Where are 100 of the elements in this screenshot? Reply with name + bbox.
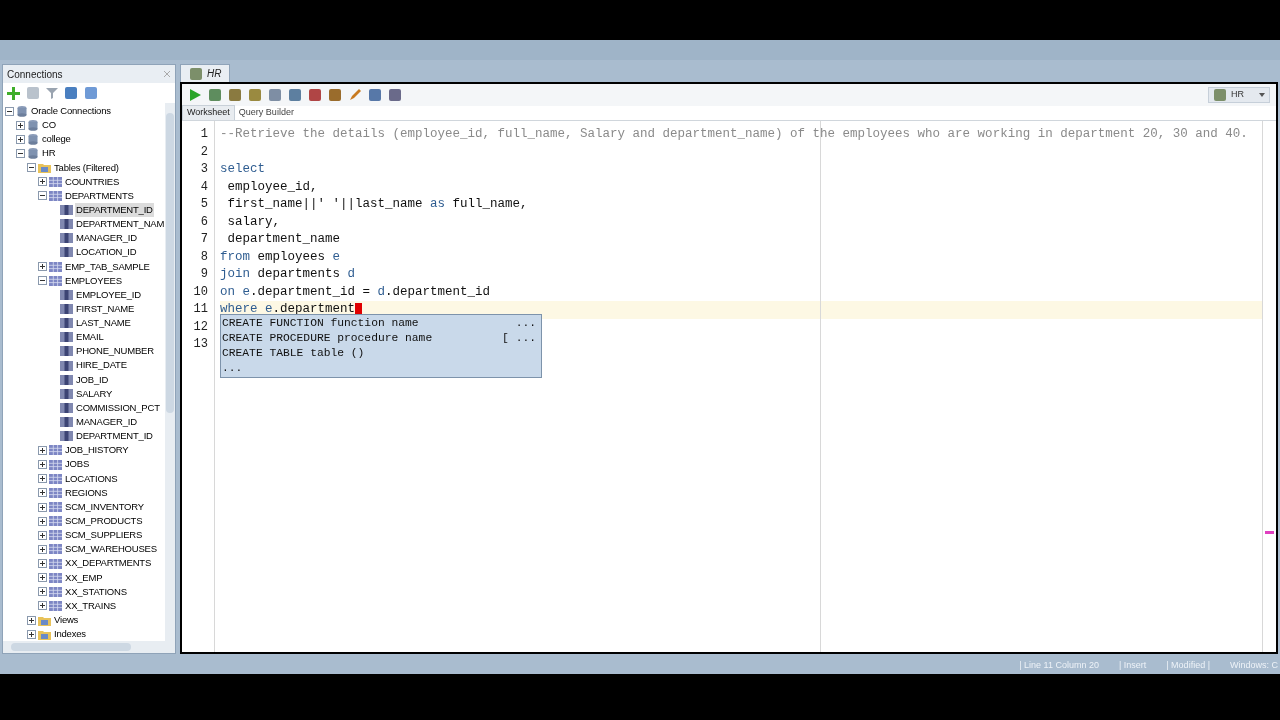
tree-item[interactable]: Oracle Connections: [30, 103, 112, 119]
expand-toggle[interactable]: [38, 587, 47, 597]
tree-item[interactable]: LAST_NAME: [75, 316, 132, 331]
table-icon: [49, 572, 62, 583]
column-icon: [60, 205, 73, 216]
tree-item[interactable]: Indexes: [53, 627, 87, 642]
tree-item[interactable]: SCM_INVENTORY: [64, 499, 145, 515]
tree-item[interactable]: DEPARTMENT_ID: [75, 202, 154, 218]
editor-tab[interactable]: HR: [180, 64, 231, 82]
column-icon: [60, 360, 73, 371]
line-number: 9: [200, 266, 208, 283]
column-icon: [60, 388, 73, 399]
tree-item[interactable]: Tables (Filtered): [53, 160, 120, 175]
horizontal-scrollbar[interactable]: [3, 641, 175, 654]
column-icon: [60, 219, 73, 230]
code-line: from employees e: [220, 248, 341, 266]
autocomplete-item[interactable]: CREATE FUNCTION function name ...: [221, 316, 541, 331]
tree-item[interactable]: Views: [53, 613, 80, 628]
tree-item[interactable]: HIRE_DATE: [75, 358, 128, 373]
tree-item[interactable]: DEPARTMENTS: [64, 188, 135, 204]
tree-item[interactable]: JOBS: [64, 457, 90, 472]
tree-item[interactable]: EMPLOYEES: [64, 273, 123, 288]
table-icon: [49, 275, 62, 286]
tree-item[interactable]: EMPLOYEE_ID: [75, 287, 142, 303]
tree-item[interactable]: SCM_WAREHOUSES: [64, 542, 158, 557]
expand-toggle[interactable]: [38, 502, 47, 512]
connection-dropdown[interactable]: HR: [1208, 87, 1270, 103]
collapse-toggle[interactable]: [16, 149, 25, 158]
tree-item[interactable]: DEPARTMENT_ID: [75, 429, 154, 444]
add-icon[interactable]: [7, 86, 20, 100]
folder-icon: [38, 162, 51, 174]
tree-item[interactable]: SCM_SUPPLIERS: [64, 528, 144, 543]
code-line: first_name||' '||last_name as full_name,: [226, 196, 528, 213]
tree-item[interactable]: PHONE_NUMBER: [75, 344, 155, 359]
table-icon: [49, 190, 62, 201]
expand-toggle[interactable]: [38, 601, 47, 611]
tree-item[interactable]: EMAIL: [75, 330, 105, 345]
tree-item[interactable]: XX_STATIONS: [64, 584, 128, 599]
expand-toggle[interactable]: [27, 629, 36, 639]
panel-title: Connections: [7, 67, 63, 82]
tree-item[interactable]: FIRST_NAME: [75, 301, 136, 317]
tree-item[interactable]: XX_TRAINS: [64, 598, 117, 614]
expand-toggle[interactable]: [38, 516, 47, 526]
expand-toggle[interactable]: [16, 134, 25, 144]
tree-item[interactable]: COUNTRIES: [64, 174, 121, 189]
tree-item[interactable]: XX_DEPARTMENTS: [64, 556, 153, 571]
collapse-toggle[interactable]: [38, 276, 47, 286]
expand-toggle[interactable]: [38, 573, 47, 583]
tree-item[interactable]: JOB_HISTORY: [64, 443, 130, 458]
tree-item[interactable]: JOB_ID: [75, 372, 110, 387]
expand-toggle[interactable]: [16, 120, 25, 130]
scrollbar[interactable]: [165, 103, 175, 642]
collapse-toggle[interactable]: [27, 163, 36, 173]
collapse-toggle[interactable]: [5, 106, 14, 116]
tree-item[interactable]: LOCATION_ID: [75, 245, 138, 260]
expand-toggle[interactable]: [38, 488, 47, 498]
editor-subtab[interactable]: Query Builder: [234, 105, 298, 120]
clear-icon[interactable]: [348, 88, 362, 102]
expand-toggle[interactable]: [38, 559, 47, 569]
tree-item[interactable]: MANAGER_ID: [75, 415, 138, 430]
run-icon[interactable]: [188, 88, 202, 102]
autocomplete-item[interactable]: CREATE PROCEDURE procedure name [ ...: [221, 331, 541, 346]
line-number: 8: [200, 248, 208, 266]
database-icon: [27, 133, 39, 146]
tree-item[interactable]: LOCATIONS: [64, 471, 119, 486]
table-icon: [49, 558, 62, 569]
code-line: salary,: [226, 213, 280, 231]
tree-item[interactable]: REGIONS: [64, 485, 109, 500]
column-icon: [60, 247, 73, 258]
expand-toggle[interactable]: [38, 460, 47, 470]
tree-item[interactable]: DEPARTMENT_NAM: [75, 217, 166, 232]
expand-toggle[interactable]: [38, 445, 47, 455]
column-icon: [60, 332, 73, 343]
editor-subtab[interactable]: Worksheet: [182, 105, 235, 120]
database-icon: [16, 105, 28, 118]
status-text: Windows: C: [1230, 658, 1278, 672]
line-number: 13: [193, 336, 208, 353]
tree-item[interactable]: SCM_PRODUCTS: [64, 514, 144, 529]
column-icon: [60, 289, 73, 300]
expand-toggle[interactable]: [38, 544, 47, 554]
tree-item[interactable]: HR: [41, 146, 57, 161]
tree-item[interactable]: EMP_TAB_SAMPLE: [64, 259, 151, 274]
tree-item[interactable]: MANAGER_ID: [75, 231, 138, 246]
tree-item[interactable]: college: [41, 132, 72, 147]
code-line: on e.department_id = d.department_id: [220, 283, 491, 301]
expand-toggle[interactable]: [38, 530, 47, 540]
tree-item[interactable]: XX_EMP: [64, 570, 104, 585]
autocomplete-item[interactable]: CREATE TABLE table (): [221, 346, 541, 361]
collapse-toggle[interactable]: [38, 191, 47, 201]
expand-toggle[interactable]: [27, 615, 36, 625]
tree-item[interactable]: SALARY: [75, 386, 114, 401]
expand-toggle[interactable]: [38, 262, 47, 272]
expand-toggle[interactable]: [38, 177, 47, 187]
autocomplete-item[interactable]: ...: [221, 361, 541, 376]
database-icon: [27, 147, 39, 160]
tree-item[interactable]: COMMISSION_PCT: [75, 400, 161, 416]
expand-toggle[interactable]: [38, 474, 47, 484]
code-line: select: [220, 161, 265, 178]
tree-item[interactable]: CO: [41, 118, 57, 133]
code-line: department_name: [226, 231, 341, 248]
